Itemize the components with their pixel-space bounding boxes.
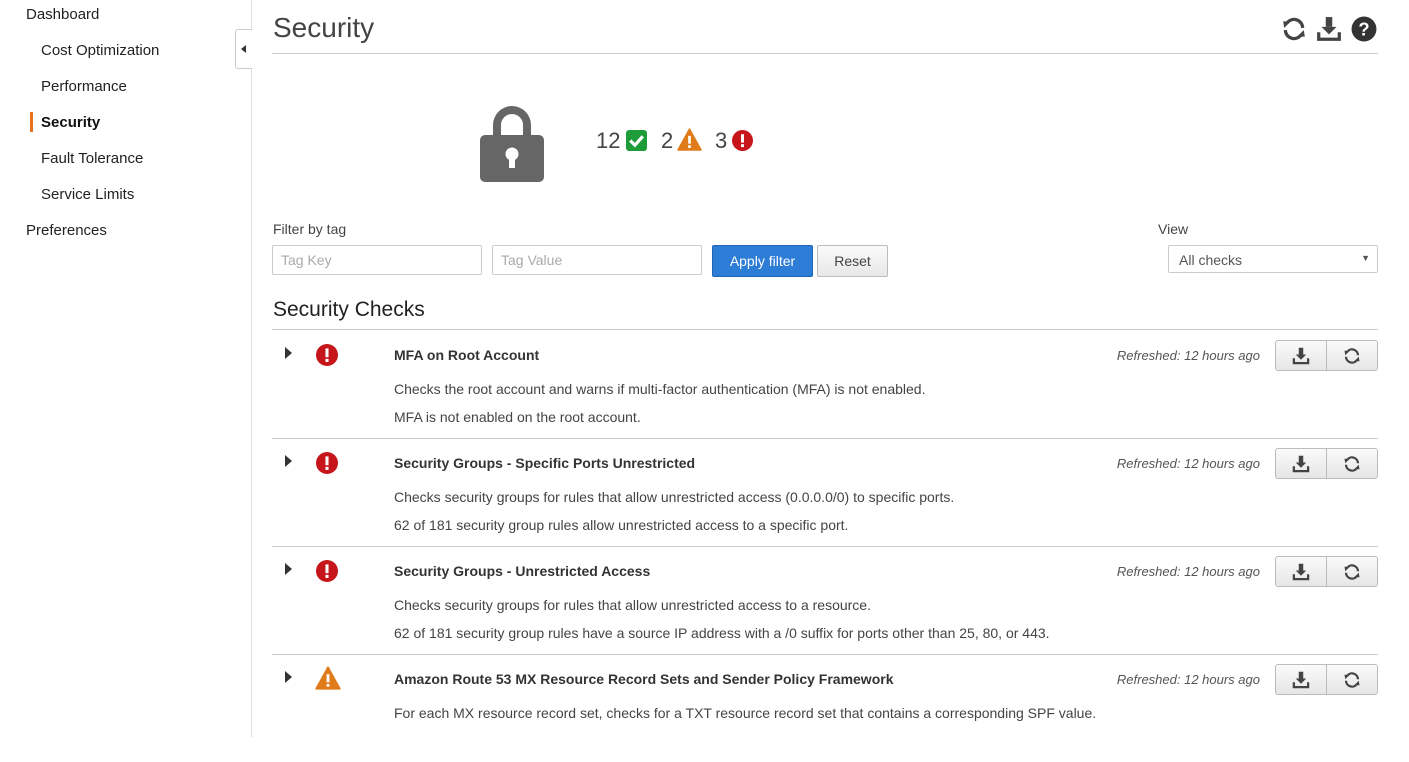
refresh-button[interactable] [1326, 557, 1377, 586]
refresh-button[interactable] [1326, 341, 1377, 370]
expand-triangle-icon[interactable] [283, 670, 293, 687]
sidebar: Dashboard Cost Optimization Performance … [0, 0, 252, 737]
chevron-down-icon: ▼ [1361, 253, 1370, 263]
check-square-icon [626, 130, 647, 154]
download-icon[interactable] [1316, 16, 1342, 42]
refresh-button[interactable] [1326, 449, 1377, 478]
download-icon [1292, 455, 1310, 472]
view-select-value: All checks [1179, 252, 1243, 268]
sidebar-item-performance[interactable]: Performance [41, 78, 127, 95]
check-result: 62 of 181 security group rules have a so… [394, 625, 1050, 641]
error-count: 3 [715, 128, 728, 153]
check-result: MFA is not enabled on the root account. [394, 409, 641, 425]
error-icon [316, 344, 338, 369]
row-action-group [1275, 556, 1378, 587]
warning-icon [677, 128, 702, 154]
sidebar-item-service-limits[interactable]: Service Limits [41, 186, 134, 203]
error-icon [316, 560, 338, 585]
sidebar-item-security[interactable]: Security [41, 114, 100, 131]
refresh-icon [1344, 671, 1360, 688]
view-label: View [1158, 221, 1189, 237]
check-name[interactable]: Amazon Route 53 MX Resource Record Sets … [394, 671, 893, 687]
row-action-group [1275, 664, 1378, 695]
download-icon [1292, 347, 1310, 364]
expand-triangle-icon[interactable] [283, 346, 293, 363]
refresh-icon [1344, 563, 1360, 580]
download-icon [1292, 563, 1310, 580]
header-divider [272, 53, 1378, 54]
check-description: Checks the root account and warns if mul… [394, 381, 926, 397]
row-action-group [1275, 448, 1378, 479]
refresh-icon[interactable] [1281, 16, 1307, 42]
caret-left-icon [241, 45, 246, 53]
refresh-button[interactable] [1326, 665, 1377, 694]
check-result: 62 of 181 security group rules allow unr… [394, 517, 849, 533]
reset-button[interactable]: Reset [817, 245, 888, 277]
warning-icon [315, 666, 341, 693]
active-indicator [30, 112, 33, 132]
download-button[interactable] [1276, 341, 1326, 370]
download-icon [1292, 671, 1310, 688]
check-description: Checks security groups for rules that al… [394, 489, 955, 505]
section-title: Security Checks [273, 298, 425, 321]
check-name[interactable]: MFA on Root Account [394, 347, 539, 363]
refreshed-timestamp: Refreshed: 12 hours ago [1116, 564, 1260, 579]
check-row: MFA on Root Account Checks the root acco… [272, 330, 1378, 439]
check-description: Checks security groups for rules that al… [394, 597, 871, 613]
check-name[interactable]: Security Groups - Specific Ports Unrestr… [394, 455, 695, 471]
collapse-sidebar-button[interactable] [235, 29, 252, 69]
expand-triangle-icon[interactable] [283, 562, 293, 579]
refresh-icon [1344, 347, 1360, 364]
row-action-group [1275, 340, 1378, 371]
refreshed-timestamp: Refreshed: 12 hours ago [1116, 348, 1260, 363]
svg-text:?: ? [1358, 19, 1369, 40]
sidebar-item-dashboard[interactable]: Dashboard [26, 6, 99, 23]
refreshed-timestamp: Refreshed: 12 hours ago [1116, 456, 1260, 471]
download-button[interactable] [1276, 557, 1326, 586]
view-select[interactable]: All checks ▼ [1168, 245, 1378, 273]
tag-value-input[interactable] [492, 245, 702, 275]
warning-count: 2 [661, 128, 674, 153]
check-description: For each MX resource record set, checks … [394, 705, 1097, 721]
page-title: Security [273, 12, 375, 43]
check-row: Amazon Route 53 MX Resource Record Sets … [272, 654, 1378, 762]
error-icon [732, 130, 753, 154]
download-button[interactable] [1276, 449, 1326, 478]
tag-key-input[interactable] [272, 245, 482, 275]
refreshed-timestamp: Refreshed: 12 hours ago [1116, 672, 1260, 687]
check-row: Security Groups - Specific Ports Unrestr… [272, 438, 1378, 547]
expand-triangle-icon[interactable] [283, 454, 293, 471]
sidebar-item-fault-tolerance[interactable]: Fault Tolerance [41, 150, 143, 167]
check-name[interactable]: Security Groups - Unrestricted Access [394, 563, 650, 579]
ok-count: 12 [596, 128, 621, 153]
filter-label: Filter by tag [273, 221, 347, 237]
download-button[interactable] [1276, 665, 1326, 694]
help-icon[interactable]: ? [1351, 16, 1377, 42]
sidebar-item-cost-optimization[interactable]: Cost Optimization [41, 42, 159, 59]
lock-icon [479, 101, 545, 186]
refresh-icon [1344, 455, 1360, 472]
error-icon [316, 452, 338, 477]
check-row: Security Groups - Unrestricted Access Ch… [272, 546, 1378, 655]
sidebar-item-preferences[interactable]: Preferences [26, 222, 107, 239]
apply-filter-button[interactable]: Apply filter [712, 245, 813, 277]
